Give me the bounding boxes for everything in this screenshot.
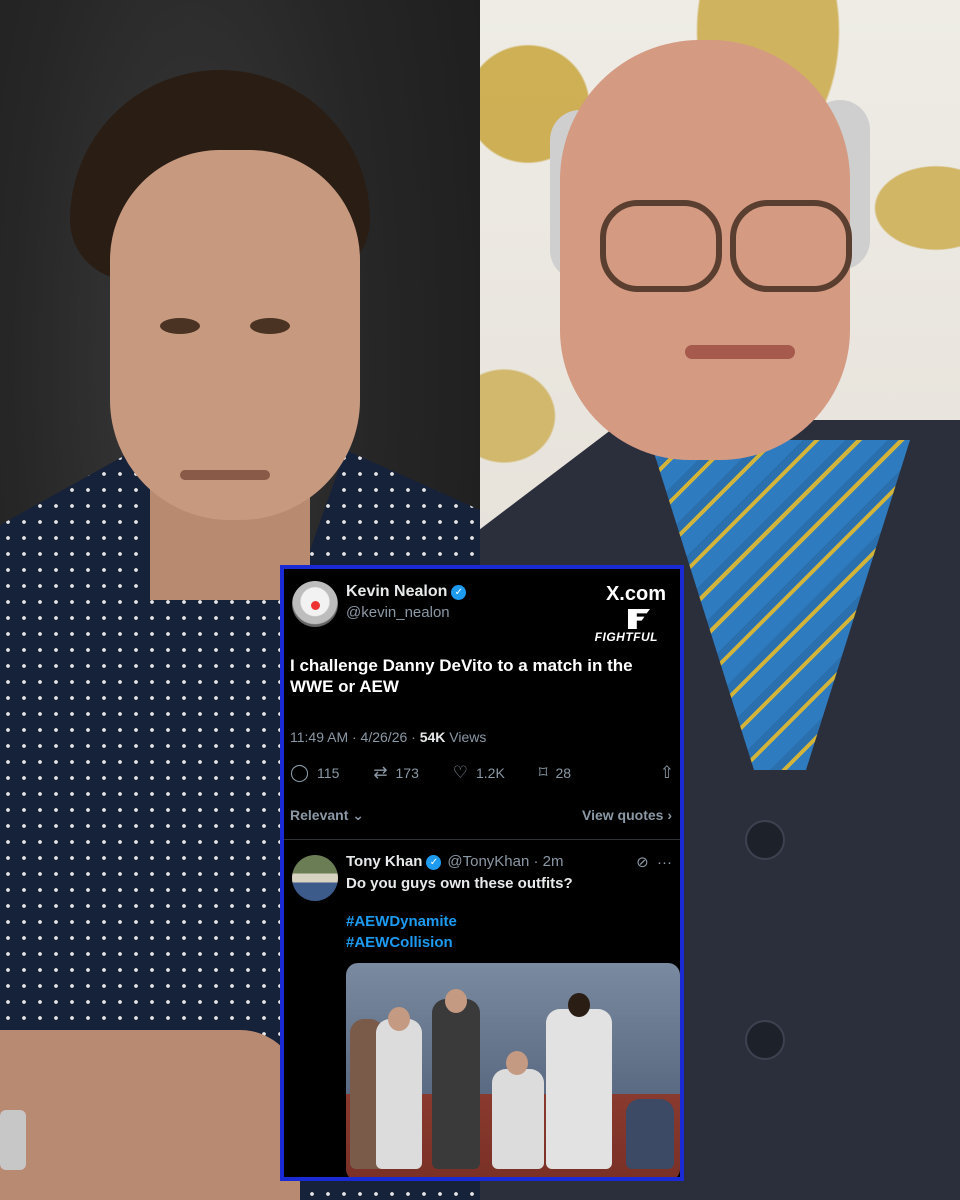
figure-head: [568, 993, 590, 1017]
reply-text: Do you guys own these outfits?: [346, 875, 573, 892]
like-count: 1.2K: [476, 765, 505, 781]
reply-media-image[interactable]: [346, 963, 680, 1177]
author-handle[interactable]: @kevin_nealon: [346, 604, 450, 621]
smile: [685, 345, 795, 359]
left-eye: [160, 318, 200, 334]
avatar[interactable]: [292, 581, 338, 627]
bookmark-icon: ⌑: [538, 763, 548, 782]
sort-dropdown[interactable]: Relevant ⌄: [290, 807, 364, 824]
mouth: [180, 470, 270, 480]
jacket-button: [745, 820, 785, 860]
bookmark-count: 28: [555, 765, 572, 781]
reply-icon: ◯: [290, 763, 310, 782]
reply-button[interactable]: ◯ 115: [290, 763, 339, 783]
glasses-left-lens: [600, 200, 722, 292]
clown-nose: [311, 601, 320, 610]
glasses-right-lens: [730, 200, 852, 292]
tweet-screenshot-card: Kevin Nealon ✓ @kevin_nealon X.com FIGHTF…: [280, 565, 684, 1181]
author-name-text: Kevin Nealon: [346, 583, 448, 600]
grok-icon[interactable]: ⊘: [636, 854, 649, 871]
tweet-time[interactable]: 11:49 AM · 4/26/26 ·: [290, 729, 420, 745]
views-count: 54K: [419, 729, 446, 745]
reply-author-handle[interactable]: @TonyKhan · 2m: [447, 853, 563, 870]
figure-head: [388, 1007, 410, 1031]
tweet-text: I challenge Danny DeVito to a match in t…: [290, 656, 633, 696]
view-quotes-link[interactable]: View quotes ›: [582, 807, 672, 823]
figure-head: [506, 1051, 528, 1075]
more-options-icon[interactable]: ···: [657, 854, 672, 871]
heart-icon: ♡: [452, 763, 468, 782]
share-icon[interactable]: ⇧: [660, 763, 674, 783]
figure: [492, 1069, 544, 1169]
hashtag-link[interactable]: #AEWDynamite: [346, 913, 457, 930]
divider: [284, 839, 680, 840]
reply-count: 115: [317, 765, 340, 781]
verified-badge-icon: ✓: [426, 855, 442, 870]
reply-author-line: Tony Khan ✓ @TonyKhan · 2m: [346, 853, 564, 870]
x-brand-label: X.com: [605, 583, 666, 605]
figure: [432, 999, 480, 1169]
tweet-actions: ◯ 115 ⇄ 173 ♡ 1.2K ⌑ 28 ⇧: [290, 763, 680, 783]
chevron-right-icon: ›: [667, 807, 672, 823]
chevron-down-icon: ⌄: [352, 807, 364, 823]
view-quotes-label: View quotes: [582, 807, 664, 823]
like-button[interactable]: ♡ 1.2K: [453, 763, 505, 783]
sort-label: Relevant: [290, 807, 349, 823]
face: [110, 150, 360, 520]
views-label: Views: [445, 729, 487, 745]
reply-avatar[interactable]: [292, 855, 338, 901]
fightful-watermark: FIGHTFUL: [594, 630, 658, 644]
wristwatch: [0, 1110, 26, 1170]
bookmark-button[interactable]: ⌑ 28: [539, 763, 571, 783]
figure: [546, 1009, 612, 1169]
repost-icon: ⇄: [373, 763, 388, 782]
repost-button[interactable]: ⇄ 173: [373, 763, 419, 783]
author-name[interactable]: Kevin Nealon ✓: [346, 583, 467, 601]
bag: [626, 1099, 674, 1169]
reply-author-name[interactable]: Tony Khan: [346, 853, 422, 870]
verified-badge-icon: ✓: [451, 585, 467, 600]
repost-count: 173: [395, 765, 419, 781]
forearm: [0, 1030, 300, 1200]
tweet-meta: 11:49 AM · 4/26/26 · 54K Views: [290, 729, 486, 745]
right-eye: [250, 318, 290, 334]
fightful-logo-icon: [628, 609, 650, 629]
figure-head: [445, 989, 467, 1013]
figure: [376, 1019, 422, 1169]
jacket-button: [745, 1020, 785, 1060]
hashtag-link[interactable]: #AEWCollision: [346, 934, 453, 951]
reply-header-icons: ⊘ ···: [636, 853, 672, 871]
